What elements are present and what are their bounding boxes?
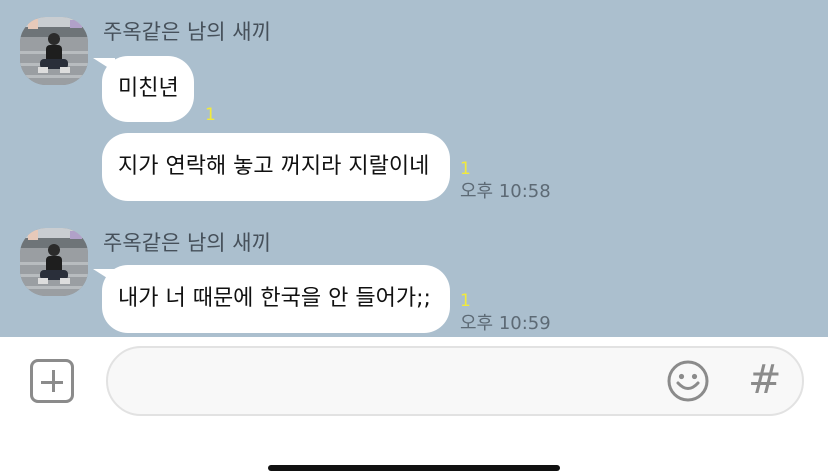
home-indicator <box>268 465 560 471</box>
chat-area: 주옥같은 남의 새끼 미친년 1 지가 연락해 놓고 꺼지라 지랄이네 1 오후… <box>0 0 828 337</box>
sender-avatar[interactable] <box>20 17 88 85</box>
unread-count: 1 <box>460 159 471 179</box>
sender-name: 주옥같은 남의 새끼 <box>103 231 271 255</box>
unread-count: 1 <box>205 105 216 125</box>
sender-name: 주옥같은 남의 새끼 <box>103 20 271 44</box>
message-time: 오후 10:58 <box>460 181 551 202</box>
message-bubble[interactable]: 내가 너 때문에 한국을 안 들어가;; <box>102 265 450 333</box>
avatar-photo-icon <box>20 17 88 85</box>
unread-count: 1 <box>460 291 471 311</box>
message-bubble[interactable]: 지가 연락해 놓고 꺼지라 지랄이네 <box>102 133 450 201</box>
plus-square-icon[interactable] <box>30 359 74 403</box>
hashtag-search-button[interactable]: # <box>748 357 782 403</box>
message-time: 오후 10:59 <box>460 313 551 334</box>
sender-avatar[interactable] <box>20 228 88 296</box>
message-composer: # <box>0 337 828 468</box>
message-bubble[interactable]: 미친년 <box>102 56 194 122</box>
avatar-photo-icon <box>20 228 88 296</box>
smiley-icon[interactable] <box>666 359 710 403</box>
